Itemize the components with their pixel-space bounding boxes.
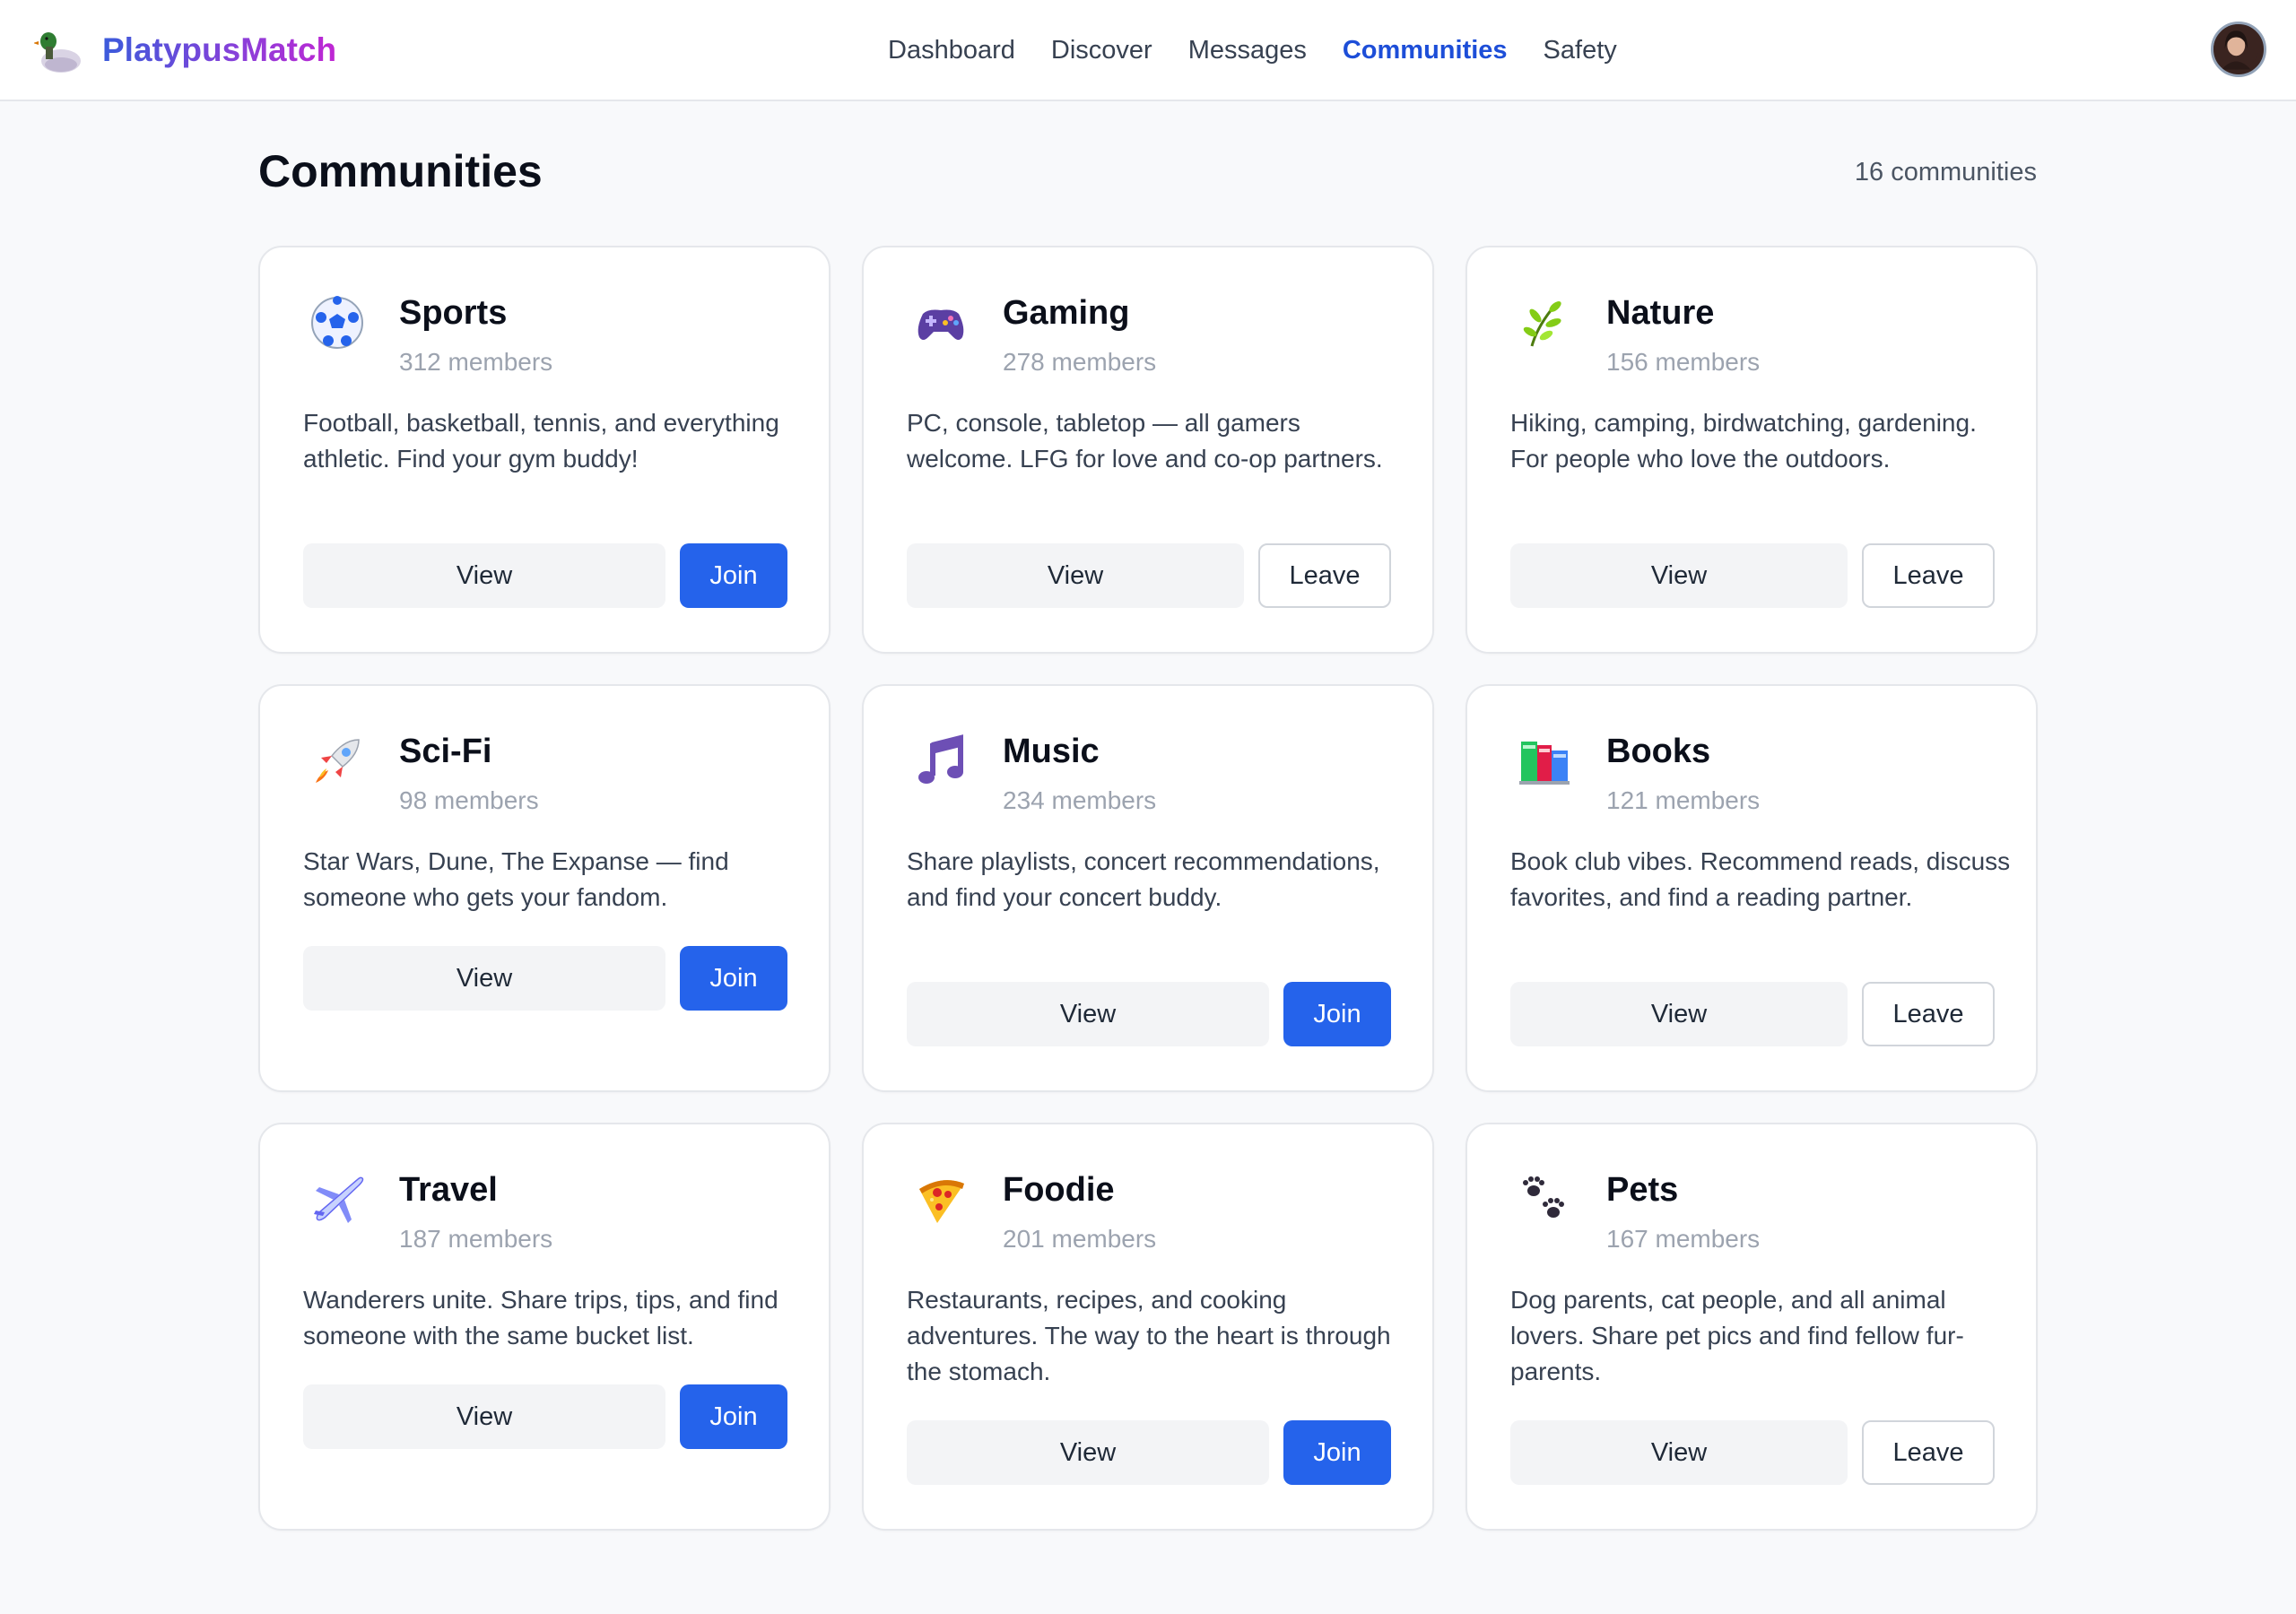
- community-card: Books 121 members Book club vibes. Recom…: [1465, 684, 2038, 1092]
- card-actions: View Leave: [907, 543, 1391, 608]
- leave-button[interactable]: Leave: [1862, 543, 1995, 608]
- join-button[interactable]: Join: [1283, 982, 1391, 1046]
- community-name: Sci-Fi: [399, 733, 492, 770]
- member-count: 278 members: [1003, 348, 1157, 376]
- leave-button[interactable]: Leave: [1862, 1420, 1995, 1485]
- view-button[interactable]: View: [907, 1420, 1269, 1485]
- main-nav: Dashboard Discover Messages Communities …: [888, 30, 1653, 70]
- member-count: 167 members: [1606, 1225, 1761, 1253]
- nav-dashboard[interactable]: Dashboard: [888, 30, 1015, 70]
- community-description: Hiking, camping, birdwatching, gardening…: [1510, 409, 1977, 473]
- community-card: Foodie 201 members Restaurants, recipes,…: [862, 1123, 1434, 1531]
- card-actions: View Join: [907, 982, 1391, 1046]
- community-description: Restaurants, recipes, and cooking advent…: [907, 1286, 1391, 1385]
- rocket-icon: [309, 733, 366, 790]
- community-description: Book club vibes. Recommend reads, discus…: [1510, 847, 2011, 911]
- herb-leaf-icon: [1516, 294, 1573, 351]
- community-name: Nature: [1606, 294, 1715, 332]
- member-count: 312 members: [399, 348, 553, 376]
- card-actions: View Leave: [1510, 1420, 1995, 1485]
- join-button[interactable]: Join: [680, 543, 787, 608]
- leave-button[interactable]: Leave: [1862, 982, 1995, 1046]
- view-button[interactable]: View: [1510, 1420, 1848, 1485]
- community-card: Pets 167 members Dog parents, cat people…: [1465, 1123, 2038, 1531]
- airplane-icon: [309, 1171, 366, 1228]
- card-actions: View Join: [303, 543, 787, 608]
- join-button[interactable]: Join: [680, 946, 787, 1011]
- community-description: Share playlists, concert recommendations…: [907, 847, 1380, 911]
- view-button[interactable]: View: [907, 982, 1269, 1046]
- page-title: Communities: [258, 146, 543, 196]
- user-avatar[interactable]: [2211, 22, 2266, 77]
- card-actions: View Join: [303, 1384, 787, 1449]
- community-description: Football, basketball, tennis, and everyt…: [303, 409, 779, 473]
- member-count: 121 members: [1606, 786, 1761, 814]
- community-card: Sci-Fi 98 members Star Wars, Dune, The E…: [258, 684, 831, 1092]
- duck-logo-icon: [33, 25, 84, 75]
- community-description: Dog parents, cat people, and all animal …: [1510, 1286, 1964, 1385]
- paw-prints-icon: [1516, 1171, 1573, 1228]
- community-count: 16 communities: [1854, 158, 2037, 187]
- view-button[interactable]: View: [1510, 982, 1848, 1046]
- top-navigation-bar: PlatypusMatch Dashboard Discover Message…: [0, 0, 2296, 101]
- community-card: Music 234 members Share playlists, conce…: [862, 684, 1434, 1092]
- view-button[interactable]: View: [907, 543, 1244, 608]
- view-button[interactable]: View: [303, 946, 665, 1011]
- brand[interactable]: PlatypusMatch: [33, 25, 337, 75]
- pizza-icon: [912, 1171, 970, 1228]
- join-button[interactable]: Join: [680, 1384, 787, 1449]
- view-button[interactable]: View: [1510, 543, 1848, 608]
- community-description: Star Wars, Dune, The Expanse — find some…: [303, 847, 729, 911]
- member-count: 98 members: [399, 786, 539, 814]
- community-card: Sports 312 members Football, basketball,…: [258, 246, 831, 654]
- nav-safety[interactable]: Safety: [1544, 30, 1617, 70]
- community-name: Books: [1606, 733, 1711, 770]
- card-actions: View Join: [303, 946, 787, 1011]
- member-count: 234 members: [1003, 786, 1157, 814]
- leave-button[interactable]: Leave: [1258, 543, 1391, 608]
- community-name: Pets: [1606, 1171, 1679, 1209]
- community-name: Travel: [399, 1171, 498, 1209]
- member-count: 156 members: [1606, 348, 1761, 376]
- soccer-ball-icon: [309, 294, 366, 351]
- community-card: Nature 156 members Hiking, camping, bird…: [1465, 246, 2038, 654]
- communities-grid: Sports 312 members Football, basketball,…: [258, 246, 2038, 1531]
- nav-messages[interactable]: Messages: [1188, 30, 1307, 70]
- community-card: Gaming 278 members PC, console, tabletop…: [862, 246, 1434, 654]
- view-button[interactable]: View: [303, 543, 665, 608]
- game-controller-icon: [912, 294, 970, 351]
- community-card: Travel 187 members Wanderers unite. Shar…: [258, 1123, 831, 1531]
- brand-name: PlatypusMatch: [102, 31, 337, 68]
- community-name: Sports: [399, 294, 508, 332]
- nav-discover[interactable]: Discover: [1051, 30, 1152, 70]
- community-name: Gaming: [1003, 294, 1130, 332]
- community-name: Foodie: [1003, 1171, 1115, 1209]
- books-icon: [1516, 733, 1573, 790]
- community-name: Music: [1003, 733, 1100, 770]
- member-count: 187 members: [399, 1225, 553, 1253]
- community-description: PC, console, tabletop — all gamers welco…: [907, 409, 1383, 473]
- card-actions: View Join: [907, 1420, 1391, 1485]
- view-button[interactable]: View: [303, 1384, 665, 1449]
- card-actions: View Leave: [1510, 982, 1995, 1046]
- card-actions: View Leave: [1510, 543, 1995, 608]
- community-description: Wanderers unite. Share trips, tips, and …: [303, 1286, 778, 1349]
- member-count: 201 members: [1003, 1225, 1157, 1253]
- join-button[interactable]: Join: [1283, 1420, 1391, 1485]
- nav-communities[interactable]: Communities: [1343, 30, 1508, 70]
- music-note-icon: [912, 733, 970, 790]
